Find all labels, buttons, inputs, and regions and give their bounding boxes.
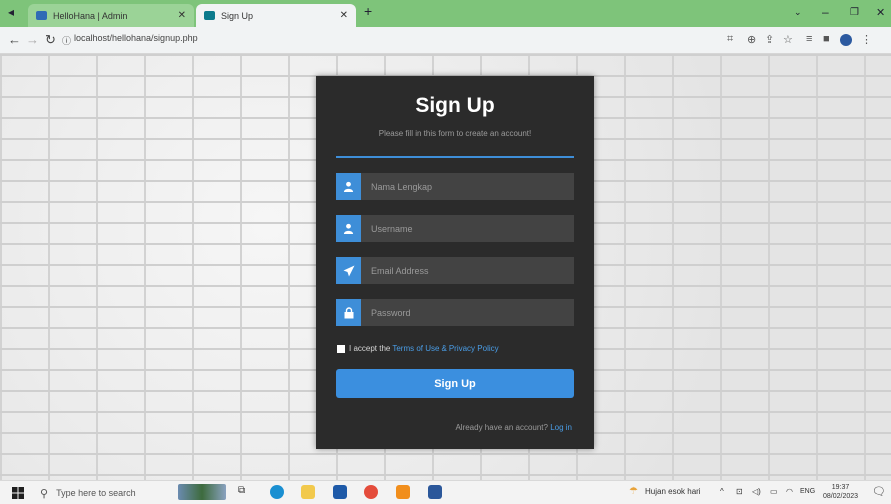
lock-icon xyxy=(336,299,361,326)
terms-of-use-link[interactable]: Terms of Use xyxy=(392,344,439,353)
clock-time: 19:37 xyxy=(831,484,850,491)
terms-label: I accept the xyxy=(349,344,391,353)
favicon-icon xyxy=(36,11,47,20)
minimize-icon[interactable]: – xyxy=(822,5,829,19)
tab-sign-up[interactable]: Sign Up ✕ xyxy=(196,4,356,27)
clock-date: 08/02/2023 xyxy=(823,493,859,500)
search-placeholder: Type here to search xyxy=(56,488,136,498)
task-view-icon[interactable]: ⧉ xyxy=(238,485,252,499)
sidebar-icon[interactable]: ■ xyxy=(823,33,830,45)
tab-title: Sign Up xyxy=(221,10,254,21)
password-input[interactable] xyxy=(361,299,574,326)
wifi-icon[interactable]: ◠ xyxy=(786,487,793,496)
user-icon xyxy=(336,215,361,242)
reload-icon[interactable]: ↻ xyxy=(45,32,56,48)
sign-up-button[interactable]: Sign Up xyxy=(336,369,574,398)
signup-panel: Sign Up Please fill in this form to crea… xyxy=(316,76,594,449)
taskbar-search[interactable]: ⚲ Type here to search xyxy=(40,482,170,504)
translate-icon[interactable]: ⌗ xyxy=(727,33,733,46)
close-window-icon[interactable]: ✕ xyxy=(876,6,885,19)
forward-icon[interactable]: → xyxy=(26,32,39,47)
search-icon: ⚲ xyxy=(40,487,49,500)
battery-icon[interactable]: ▭ xyxy=(770,487,778,496)
app-icon[interactable] xyxy=(396,485,410,499)
log-in-link[interactable]: Log in xyxy=(550,423,572,432)
notifications-icon[interactable]: 🗨 xyxy=(872,485,886,498)
restore-icon[interactable]: ❐ xyxy=(850,7,859,18)
bookmark-star-icon[interactable]: ☆ xyxy=(783,33,793,46)
store-icon[interactable] xyxy=(333,485,347,499)
clock[interactable]: 19:37 08/02/2023 xyxy=(823,483,858,501)
back-icon[interactable]: ← xyxy=(8,32,21,47)
new-tab-button[interactable]: + xyxy=(364,3,372,19)
email-input[interactable] xyxy=(361,257,574,284)
password-field xyxy=(336,299,574,326)
page-background: Sign Up Please fill in this form to crea… xyxy=(0,54,891,480)
page-title: Sign Up xyxy=(415,94,495,117)
news-widget-icon[interactable] xyxy=(178,484,226,500)
reading-list-icon[interactable]: ≡ xyxy=(806,33,812,45)
full-name-field xyxy=(336,173,574,200)
form-subtitle: Please fill in this form to create an ac… xyxy=(378,129,532,138)
menu-kebab-icon[interactable]: ⋮ xyxy=(861,33,872,46)
privacy-policy-link[interactable]: Privacy Policy xyxy=(449,344,499,353)
browser-tab-strip: ◂ HelloHana | Admin ✕ Sign Up ✕ + ⌄ – ❐ … xyxy=(0,0,891,27)
divider xyxy=(336,156,574,158)
taskbar: ⚲ Type here to search ⧉ ☂ Hujan esok har… xyxy=(0,480,891,504)
edge-icon[interactable] xyxy=(270,485,284,499)
weather-text[interactable]: Hujan esok hari xyxy=(645,487,701,496)
file-explorer-icon[interactable] xyxy=(301,485,315,499)
network-icon[interactable]: ⊡ xyxy=(736,487,743,496)
address-bar: ← → ↻ ⓘ localhost/hellohana/signup.php ⌗… xyxy=(0,27,891,54)
chrome-icon[interactable] xyxy=(364,485,378,499)
language-indicator[interactable]: ENG xyxy=(800,488,815,495)
weather-icon[interactable]: ☂ xyxy=(629,486,638,497)
login-prompt-text: Already have an account? xyxy=(455,423,548,432)
windows-start-icon[interactable] xyxy=(12,487,24,499)
terms-ampersand: & xyxy=(441,344,447,353)
user-icon xyxy=(336,173,361,200)
favicon-icon xyxy=(204,11,215,20)
tab-title: HelloHana | Admin xyxy=(53,10,128,21)
url-field[interactable]: localhost/hellohana/signup.php xyxy=(74,33,198,43)
site-info-icon[interactable]: ⓘ xyxy=(62,34,71,47)
terms-row: I accept the Terms of Use & Privacy Poli… xyxy=(337,344,501,353)
hidden-icons-chevron-icon[interactable]: ^ xyxy=(720,487,724,496)
username-field xyxy=(336,215,574,242)
zoom-icon[interactable]: ⊕ xyxy=(747,33,756,46)
profile-avatar-icon[interactable] xyxy=(840,34,852,46)
tab-hellohana-admin[interactable]: HelloHana | Admin ✕ xyxy=(28,4,194,27)
paper-plane-icon xyxy=(336,257,361,284)
login-prompt: Already have an account? Log in xyxy=(455,423,572,432)
share-icon[interactable]: ⇪ xyxy=(765,33,774,46)
email-field xyxy=(336,257,574,284)
tab-search-icon[interactable]: ◂ xyxy=(8,5,14,19)
terms-checkbox[interactable] xyxy=(337,344,345,353)
username-input[interactable] xyxy=(361,215,574,242)
tab-list-icon[interactable]: ⌄ xyxy=(794,7,802,18)
close-tab-icon[interactable]: ✕ xyxy=(340,10,348,21)
close-tab-icon[interactable]: ✕ xyxy=(178,10,186,21)
full-name-input[interactable] xyxy=(361,173,574,200)
word-icon[interactable] xyxy=(428,485,442,499)
volume-icon[interactable]: ◁) xyxy=(752,487,761,496)
